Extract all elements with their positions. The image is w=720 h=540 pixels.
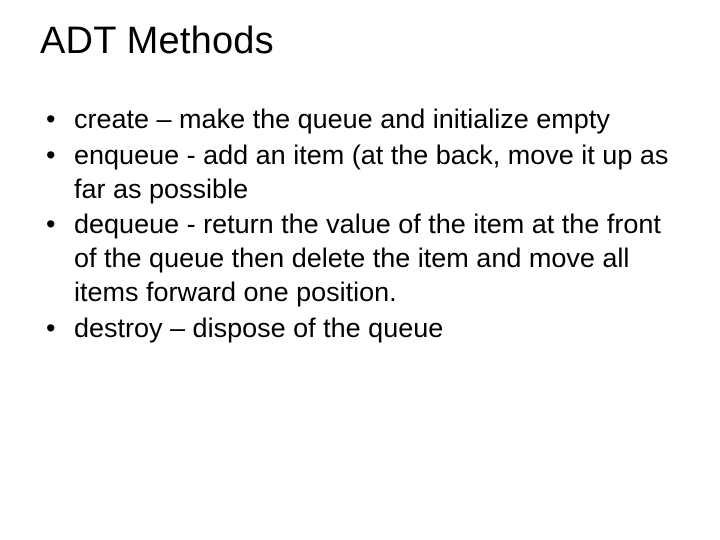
slide-title: ADT Methods: [40, 20, 680, 63]
list-item: enqueue - add an item (at the back, move…: [40, 139, 680, 207]
list-item: destroy – dispose of the queue: [40, 312, 680, 346]
list-item: dequeue - return the value of the item a…: [40, 208, 680, 309]
slide: ADT Methods create – make the queue and …: [0, 0, 720, 540]
bullet-list: create – make the queue and initialize e…: [40, 103, 680, 345]
list-item: create – make the queue and initialize e…: [40, 103, 680, 137]
